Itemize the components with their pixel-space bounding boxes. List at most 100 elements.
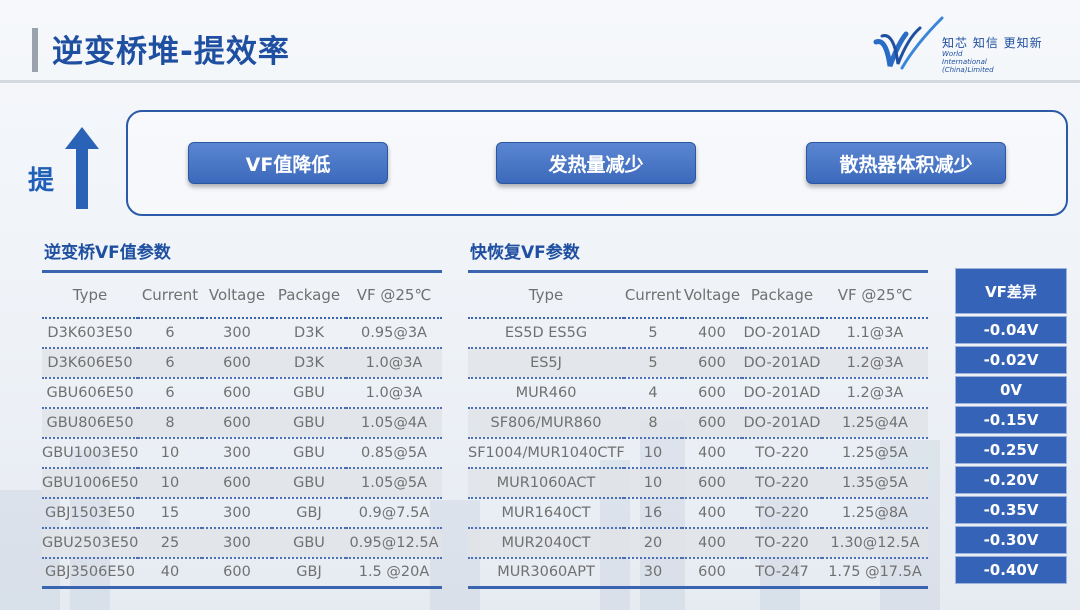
table-cell: 300 [202,317,272,349]
table-cell: 1.1@3A [822,317,928,349]
table-row: SF806/MUR860 8 600 DO-201AD 1.25@4A [468,407,928,439]
right-table-title: 快恢复VF参数 [470,243,580,263]
col-package: Package [742,270,822,319]
table-row: GBU1006E50 10 600 GBU 1.05@5A [42,467,442,499]
col-type: Type [42,270,138,319]
table-cell: MUR460 [468,377,624,409]
fast-recovery-vf-table: Type Current Voltage Package VF @25℃ ES5… [468,270,928,589]
table-row: ES5D ES5G 5 400 DO-201AD 1.1@3A [468,317,928,349]
table-cell: 600 [682,467,742,499]
table-cell: 600 [682,557,742,589]
table-cell: 30 [624,557,682,589]
table-cell: D3K [272,317,346,349]
indicator-label: 提 [28,166,55,196]
table-cell: 400 [682,497,742,529]
table-cell: 25 [138,527,202,559]
table-cell: 5 [624,347,682,379]
table-cell: DO-201AD [742,347,822,379]
table-cell: 300 [202,497,272,529]
bridge-vf-table: Type Current Voltage Package VF @25℃ D3K… [42,270,442,589]
table-row: D3K603E50 6 300 D3K 0.95@3A [42,317,442,349]
table-row: D3K606E50 6 600 D3K 1.0@3A [42,347,442,379]
table-row: GBU2503E50 25 300 GBU 0.95@12.5A [42,527,442,559]
table-cell: 5 [624,317,682,349]
vf-diff-header: VF差异 [955,268,1067,314]
table-cell: 600 [202,557,272,589]
table-cell: 8 [138,407,202,439]
table-cell: GBJ3506E50 [42,557,138,589]
table-cell: 1.30@12.5A [822,527,928,559]
table-cell: 1.0@3A [346,377,442,409]
table-cell: GBU [272,407,346,439]
title-accent-bar [32,28,38,72]
table-cell: 0.95@12.5A [346,527,442,559]
col-current: Current [138,270,202,319]
table-cell: 400 [682,437,742,469]
table-cell: DO-201AD [742,317,822,349]
logo-slogan: 知芯 知信 更知新 [942,36,1043,50]
vf-diff-cell: -0.02V [955,346,1067,374]
vf-diff-cell: -0.25V [955,436,1067,464]
table-cell: 10 [138,437,202,469]
table-row: SF1004/MUR1040CTF 10 400 TO-220 1.25@5A [468,437,928,469]
table-cell: 400 [682,527,742,559]
table-cell: 10 [138,467,202,499]
col-type: Type [468,270,624,319]
table-cell: 1.5 @20A [346,557,442,589]
table-cell: 1.35@5A [822,467,928,499]
col-vf: VF @25℃ [346,270,442,319]
table-cell: GBU806E50 [42,407,138,439]
logo-subtext: World International (China)Limited [942,50,994,74]
table-cell: TO-220 [742,467,822,499]
table-row: MUR460 4 600 DO-201AD 1.2@3A [468,377,928,409]
table-cell: 16 [624,497,682,529]
table-cell: GBU606E50 [42,377,138,409]
table-row: GBU1003E50 10 300 GBU 0.85@5A [42,437,442,469]
table-cell: DO-201AD [742,377,822,409]
table-cell: 1.05@4A [346,407,442,439]
table-cell: 6 [138,317,202,349]
table-cell: TO-247 [742,557,822,589]
table-row: MUR3060APT 30 600 TO-247 1.75 @17.5A [468,557,928,589]
table-cell: GBJ [272,497,346,529]
table-cell: 0.9@7.5A [346,497,442,529]
table-row: GBJ1503E50 15 300 GBJ 0.9@7.5A [42,497,442,529]
col-voltage: Voltage [682,270,742,319]
table-cell: ES5D ES5G [468,317,624,349]
table-cell: 300 [202,437,272,469]
table-cell: MUR3060APT [468,557,624,589]
table-cell: TO-220 [742,497,822,529]
table-cell: DO-201AD [742,407,822,439]
benefit-heatsink-reduce: 散热器体积减少 [806,142,1006,184]
col-current: Current [624,270,682,319]
vf-diff-cell: -0.40V [955,556,1067,584]
wi-logo-icon [873,16,944,70]
table-cell: 1.2@3A [822,377,928,409]
vf-diff-cell: -0.30V [955,526,1067,554]
table-row: MUR1060ACT 10 600 TO-220 1.35@5A [468,467,928,499]
table-cell: 1.75 @17.5A [822,557,928,589]
table-cell: 8 [624,407,682,439]
table-cell: D3K [272,347,346,379]
table-cell: GBU [272,437,346,469]
table-cell: 600 [202,347,272,379]
vf-diff-cell: -0.20V [955,466,1067,494]
table-cell: GBJ1503E50 [42,497,138,529]
vf-diff-column: VF差异 -0.04V -0.02V 0V -0.15V -0.25V -0.20V -0.… [955,268,1067,586]
table-cell: ES5J [468,347,624,379]
table-row: ES5J 5 600 DO-201AD 1.2@3A [468,347,928,379]
vf-diff-cell: 0V [955,376,1067,404]
left-table-title: 逆变桥VF值参数 [44,243,171,263]
table-row: MUR2040CT 20 400 TO-220 1.30@12.5A [468,527,928,559]
table-cell: GBJ [272,557,346,589]
table-cell: 600 [202,467,272,499]
table-cell: GBU1006E50 [42,467,138,499]
table-cell: 1.25@4A [822,407,928,439]
table-cell: 10 [624,437,682,469]
table-row: GBU806E50 8 600 GBU 1.05@4A [42,407,442,439]
table-cell: 1.0@3A [346,347,442,379]
table-cell: 1.25@5A [822,437,928,469]
table-cell: MUR1640CT [468,497,624,529]
table-cell: 0.95@3A [346,317,442,349]
table-cell: GBU [272,527,346,559]
